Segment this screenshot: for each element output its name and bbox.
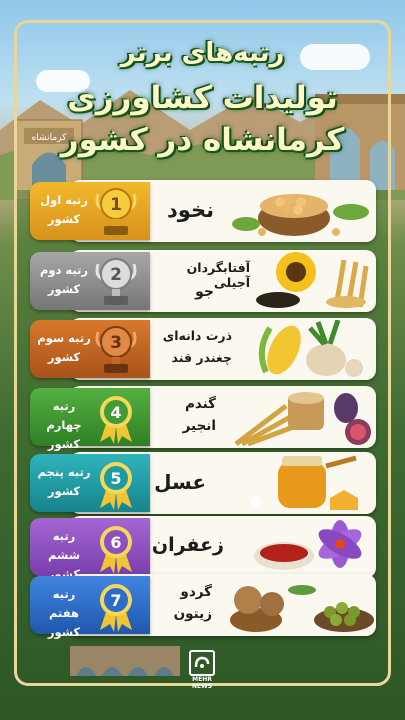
blue-medal-icon: 7 <box>100 584 132 632</box>
sunflower-barley-illustration <box>256 252 369 308</box>
product-name: گندم <box>184 396 216 412</box>
rank-row-4: رتبه چهارم کشور 4 گندم انجیر <box>30 386 378 451</box>
logo-mark-icon <box>189 650 215 676</box>
saffron-illustration <box>254 520 362 570</box>
teal-medal-icon: 5 <box>100 462 132 510</box>
walnut-olive-illustration <box>230 585 374 632</box>
svg-text:1: 1 <box>110 195 122 215</box>
product-name: انجیر <box>182 418 216 434</box>
rank-panel: رتبه سوم کشور 3 <box>30 320 150 378</box>
rank-panel: رتبه اول کشور 1 <box>30 182 150 240</box>
rank-panel: رتبه هفتم کشور 7 <box>30 576 150 639</box>
gold-trophy-icon: 1 <box>95 188 137 235</box>
logo-text-line1: MEHR <box>192 676 212 683</box>
product-name: عسل <box>154 470 206 494</box>
rank-label: رتبه چهارم کشور <box>46 399 82 451</box>
rank-row-3: رتبه سوم کشور 3 ذرت دانه‌ای چغندر قند <box>30 318 378 380</box>
rank-row-6: رتبه ششم کشور 6 زعفران <box>30 516 378 581</box>
bronze-trophy-icon: 3 <box>95 326 137 373</box>
rank-label: رتبه اول کشور <box>40 193 88 226</box>
rank-panel: رتبه ششم کشور 6 <box>30 518 150 581</box>
product-name: نخود <box>167 198 214 222</box>
title-line-1: رتبه‌های برتر <box>120 38 285 68</box>
rank-row-1: رتبه اول کشور 1 نخود <box>30 180 378 242</box>
chickpeas-illustration <box>232 194 369 236</box>
svg-text:2: 2 <box>110 265 122 285</box>
green-medal-icon: 4 <box>100 396 132 444</box>
rank-panel: رتبه پنجم کشور 5 <box>30 454 150 512</box>
svg-text:6: 6 <box>110 533 121 552</box>
rank-row-2: رتبه دوم کشور 2 آفتابگردان آجیلی جو <box>30 250 378 312</box>
title-line-2: تولیدات کشاورزی <box>67 80 338 116</box>
product-name: چغندر قند <box>171 350 232 365</box>
svg-text:5: 5 <box>110 469 121 488</box>
rank-panel: رتبه دوم کشور 2 <box>30 252 150 310</box>
product-name: ذرت دانه‌ای <box>162 328 232 343</box>
rank-row-5: رتبه پنجم کشور 5 عسل <box>30 452 378 514</box>
svg-text:7: 7 <box>110 591 121 610</box>
wheat-fig-illustration <box>234 392 371 446</box>
purple-medal-icon: 6 <box>100 526 132 574</box>
mehr-news-logo: MEHR NEWS <box>184 650 220 702</box>
rank-label: رتبه دوم کشور <box>39 263 89 296</box>
svg-text:3: 3 <box>110 333 122 353</box>
rank-label: رتبه سوم کشور <box>37 331 91 364</box>
product-name: جو <box>195 284 214 300</box>
title-line-3: کرمانشاه در کشور <box>60 122 345 158</box>
product-name: گردو <box>180 584 212 600</box>
honey-illustration <box>250 455 358 510</box>
silver-trophy-icon: 2 <box>95 258 137 305</box>
bridge-illustration <box>70 646 180 676</box>
product-name: زیتون <box>173 606 212 622</box>
rank-label: رتبه پنجم کشور <box>37 465 91 498</box>
rank-label: رتبه هفتم کشور <box>47 587 81 639</box>
logo-text-line2: NEWS <box>191 683 213 690</box>
rank-row-7: رتبه هفتم کشور 7 گردو زیتون <box>30 574 378 639</box>
infographic-poster: کرمانشاه رتبه‌های برتر تولیدات کشاورزی ک… <box>0 0 405 720</box>
svg-text:4: 4 <box>110 403 121 422</box>
corn-sugarbeet-illustration <box>258 320 363 377</box>
product-name: زعفران <box>151 534 224 556</box>
rank-panel: رتبه چهارم کشور 4 <box>30 388 150 451</box>
